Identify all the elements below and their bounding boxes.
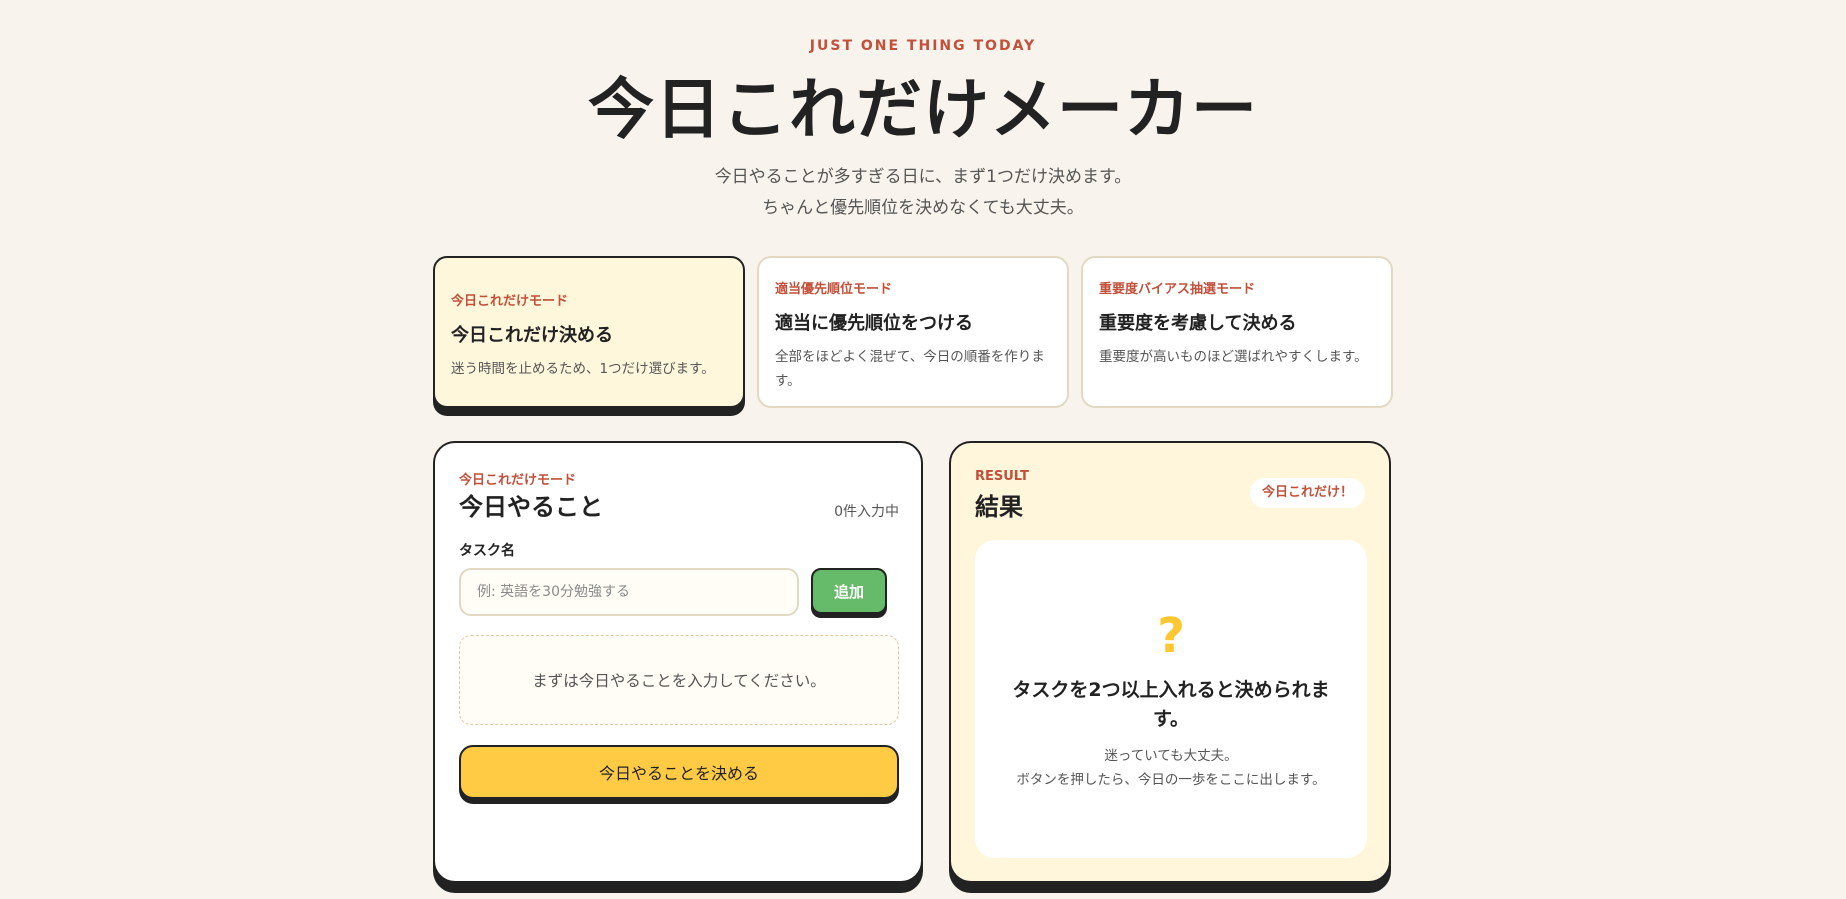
task-name-input[interactable] [459, 568, 799, 616]
result-tag: RESULT [975, 469, 1029, 484]
task-count: 0件入力中 [834, 504, 899, 520]
mode-card-just-one[interactable]: 今日これだけモード 今日これだけ決める 迷う時間を止めるため、1つだけ選びます。 [433, 256, 745, 408]
mode-heading: 今日これだけ決める [451, 325, 613, 346]
result-badge: 今日これだけ！ [1249, 478, 1365, 508]
result-desc-line-2: ボタンを押したら、今日の一歩をここに出します。 [1016, 772, 1326, 788]
empty-message: まずは今日やることを入力してください。 [532, 672, 826, 690]
mode-tag: 重要度バイアス抽選モード [1099, 282, 1256, 297]
page-title: 今日これだけメーカー [588, 71, 1258, 148]
subtitle-line-2: ちゃんと優先順位を決めなくても大丈夫。 [762, 198, 1084, 218]
mode-card-weighted-lottery[interactable]: 重要度バイアス抽選モード 重要度を考慮して決める 重要度が高いものほど選ばれやす… [1081, 256, 1393, 408]
add-task-button[interactable]: 追加 [811, 568, 887, 614]
panel-title: 今日やること [459, 493, 603, 521]
result-card: ? タスクを2つ以上入れると決められます。 迷っていても大丈夫。 ボタンを押した… [975, 540, 1367, 858]
panel-mode-tag: 今日これだけモード [459, 473, 577, 488]
mode-heading: 重要度を考慮して決める [1099, 313, 1297, 334]
decide-task-button[interactable]: 今日やることを決める [459, 745, 899, 799]
result-description: 迷っていても大丈夫。 ボタンを押したら、今日の一歩をここに出します。 [975, 744, 1367, 792]
task-input-panel: 今日これだけモード 今日やること 0件入力中 タスク名 追加 まずは今日やること… [433, 441, 923, 883]
result-title: 結果 [975, 493, 1023, 521]
mode-description: 迷う時間を止めるため、1つだけ選びます。 [451, 361, 715, 377]
result-panel: RESULT 結果 今日これだけ！ ? タスクを2つ以上入れると決められます。 … [949, 441, 1391, 883]
mode-tag: 今日これだけモード [451, 294, 569, 309]
question-mark-icon: ? [1157, 608, 1185, 664]
mode-description: 重要度が高いものほど選ばれやすくします。 [1099, 349, 1368, 365]
result-heading: タスクを2つ以上入れると決められます。 [1012, 679, 1330, 730]
result-desc-line-1: 迷っていても大丈夫。 [1104, 748, 1238, 764]
mode-description: 全部をほどよく混ぜて、今日の順番を作ります。 [775, 349, 1045, 389]
mode-card-random-priority[interactable]: 適当優先順位モード 適当に優先順位をつける 全部をほどよく混ぜて、今日の順番を作… [757, 256, 1069, 408]
task-name-label: タスク名 [459, 543, 515, 559]
mode-heading: 適当に優先順位をつける [775, 313, 973, 334]
mode-tag: 適当優先順位モード [775, 282, 893, 297]
page-subtitle: 今日やることが多すぎる日に、まず1つだけ決めます。 ちゃんと優先順位を決めなくて… [0, 162, 1846, 224]
eyebrow-text: JUST ONE THING TODAY [809, 38, 1037, 54]
empty-task-list: まずは今日やることを入力してください。 [459, 635, 899, 725]
subtitle-line-1: 今日やることが多すぎる日に、まず1つだけ決めます。 [714, 167, 1132, 187]
